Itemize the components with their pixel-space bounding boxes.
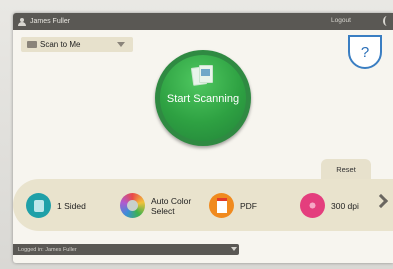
documents-icon (190, 65, 216, 87)
option-color[interactable]: Auto Color Select (120, 193, 193, 218)
chevron-right-icon[interactable] (373, 193, 389, 209)
color-wheel-icon (120, 193, 145, 218)
chevron-down-icon[interactable] (231, 247, 237, 251)
device-frame: James Fuller Logout Scan to Me ? Start S… (0, 0, 393, 269)
option-label: 300 dpi (331, 200, 359, 211)
chevron-down-icon (117, 42, 125, 47)
status-text: Logged in: James Fuller (18, 246, 77, 253)
scan-icon (27, 41, 37, 48)
option-resolution[interactable]: 300 dpi (300, 193, 359, 218)
resolution-icon (300, 193, 325, 218)
option-label: Auto Color Select (151, 195, 192, 216)
status-bar[interactable]: Logged in: James Fuller (13, 244, 239, 255)
start-button-face: Start Scanning (160, 55, 246, 141)
energy-saver-icon[interactable] (383, 16, 391, 26)
workflow-select[interactable]: Scan to Me (21, 37, 133, 52)
user-name: James Fuller (30, 18, 71, 25)
option-label: PDF (240, 200, 257, 211)
option-sides[interactable]: 1 Sided (26, 193, 86, 218)
options-bar: 1 Sided Auto Color Select PDF 300 dpi (13, 179, 393, 231)
help-button[interactable]: ? (348, 35, 382, 69)
option-format[interactable]: PDF (209, 193, 257, 218)
logout-button[interactable]: Logout (331, 17, 351, 24)
reset-button[interactable]: Reset (321, 159, 371, 179)
pdf-icon (209, 193, 234, 218)
screen: James Fuller Logout Scan to Me ? Start S… (13, 13, 393, 263)
workflow-select-value: Scan to Me (40, 40, 81, 49)
page-icon (26, 193, 51, 218)
user-icon (18, 17, 26, 26)
start-label: Start Scanning (166, 93, 240, 105)
start-scanning-button[interactable]: Start Scanning (155, 50, 251, 146)
option-label: 1 Sided (57, 200, 86, 211)
user-info: James Fuller (13, 17, 71, 26)
help-icon: ? (360, 43, 370, 61)
top-bar: James Fuller Logout (13, 13, 393, 30)
